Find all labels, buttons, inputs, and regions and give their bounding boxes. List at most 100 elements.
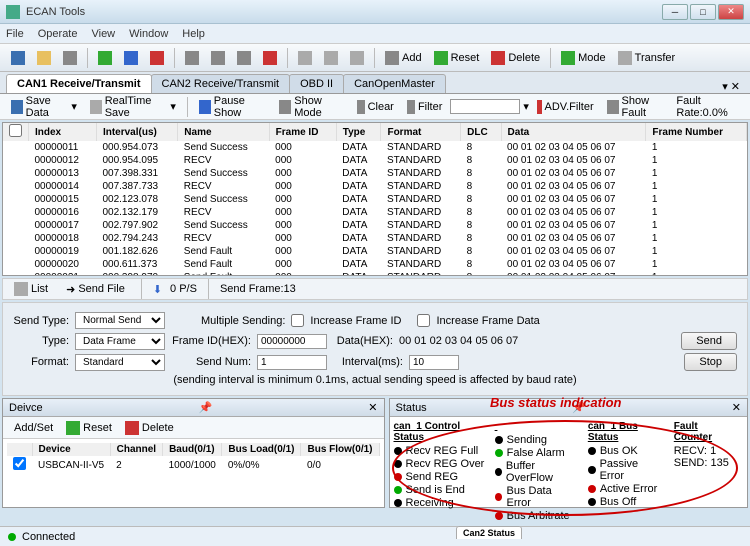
sendnum-input[interactable] [257,355,327,370]
device-checkbox[interactable] [13,457,26,470]
device-reset[interactable]: Reset [61,418,117,438]
col-dlc[interactable]: DLC [461,123,501,141]
col-format[interactable]: Format [381,123,461,141]
add-button[interactable]: Add [380,48,427,68]
menu-operate[interactable]: Operate [38,28,78,40]
send-note: (sending interval is minimum 0.1ms, actu… [173,374,576,386]
clear-button[interactable]: Clear [352,97,399,117]
app-icon [6,5,20,19]
type-select[interactable]: Data Frame [75,333,165,350]
pause-show-button[interactable]: Pause Show [194,97,272,117]
device-row[interactable]: USBCAN-II-V521000/10000%/0%0/0 [7,456,379,474]
realtime-button[interactable]: RealTime Save ▾ [85,97,181,117]
sendtype-label: Send Type: [13,315,69,327]
select-all-checkbox[interactable] [9,124,22,137]
table-row[interactable]: 00000014007.387.733RECV000DATASTANDARD80… [3,180,747,193]
annotation-text: Bus status indication [490,395,621,410]
tool1-icon[interactable] [180,48,204,68]
data-value: 00 01 02 03 04 05 06 07 [399,335,518,347]
col-frameid[interactable]: Frame ID [269,123,336,141]
filter-input[interactable] [450,99,520,114]
doc2-icon[interactable] [319,48,343,68]
mode-button[interactable]: Mode [556,48,611,68]
save-icon[interactable] [6,48,30,68]
device-panel-title: Deivce [9,402,43,414]
tab-close-icon[interactable]: ▾ ✕ [718,80,744,93]
interval-input[interactable] [409,355,459,370]
minimize-button[interactable]: ─ [662,4,688,20]
fault-rate-label: Fault Rate:0.0% [676,95,744,119]
menu-window[interactable]: Window [129,28,168,40]
table-row[interactable]: 00000016002.132.179RECV000DATASTANDARD80… [3,206,747,219]
sendnum-label: Send Num: [171,356,251,368]
menu-view[interactable]: View [91,28,115,40]
table-row[interactable]: 00000018002.794.243RECV000DATASTANDARD80… [3,232,747,245]
reset-button[interactable]: Reset [429,48,485,68]
col-type[interactable]: Type [336,123,381,141]
list-button[interactable]: List [9,279,53,299]
type-label: Type: [13,335,69,347]
status-close-icon[interactable]: ✕ [732,401,741,414]
col-interval[interactable]: Interval(us) [96,123,177,141]
col-index[interactable]: Index [29,123,97,141]
showmode-button[interactable]: Show Mode [274,97,348,117]
multsend-label: Multiple Sending: [201,315,285,327]
close-button[interactable]: ✕ [718,4,744,20]
can2-status-tab[interactable]: Can2 Status [456,526,522,539]
device-addset[interactable]: Add/Set [9,418,58,438]
col-framenum[interactable]: Frame Number [646,123,747,141]
doc1-icon[interactable] [293,48,317,68]
device-delete[interactable]: Delete [120,418,179,438]
col-name[interactable]: Name [178,123,269,141]
pause-icon[interactable] [119,48,143,68]
savedata-button[interactable]: Save Data ▾ [6,97,82,117]
delete-button[interactable]: Delete [486,48,545,68]
incframedata-checkbox[interactable] [417,314,430,327]
menu-help[interactable]: Help [182,28,205,40]
tool3-icon[interactable] [232,48,256,68]
tab-can1[interactable]: CAN1 Receive/Transmit [6,74,152,93]
status-panel-title: Status [396,402,427,414]
interval-label: Interval(ms): [333,356,403,368]
open-icon[interactable] [32,48,56,68]
tool4-icon[interactable] [258,48,282,68]
frameid-label: Frame ID(HEX): [171,335,251,347]
table-row[interactable]: 00000015002.123.078Send Success000DATAST… [3,193,747,206]
transfer-button[interactable]: Transfer [613,48,681,68]
settings-icon[interactable] [58,48,82,68]
table-row[interactable]: 00000017002.797.902Send Success000DATAST… [3,219,747,232]
tab-obd[interactable]: OBD II [289,74,344,93]
table-row[interactable]: 00000020000.611.373Send Fault000DATASTAN… [3,258,747,271]
showfault-button[interactable]: Show Fault [602,97,674,117]
filter-button[interactable]: Filter [402,97,448,117]
doc3-icon[interactable] [345,48,369,68]
incframeid-checkbox[interactable] [291,314,304,327]
table-row[interactable]: 00000019001.182.626Send Fault000DATASTAN… [3,245,747,258]
sendfile-button[interactable]: ➜ Send File [61,279,130,299]
advfilter-button[interactable]: ADV.Filter [532,97,599,117]
data-label: Data(HEX): [333,335,393,347]
stop-button[interactable]: Stop [684,353,737,371]
sendframe-label: Send Frame:13 [220,283,296,295]
play-icon[interactable] [93,48,117,68]
maximize-button[interactable]: □ [690,4,716,20]
format-label: Format: [13,356,69,368]
tab-canopen[interactable]: CanOpenMaster [343,74,446,93]
table-row[interactable]: 00000021000.398.970Send Fault000DATASTAN… [3,271,747,276]
send-button[interactable]: Send [681,332,737,350]
table-row[interactable]: 00000011000.954.073Send Success000DATAST… [3,141,747,154]
table-row[interactable]: 00000012000.954.095RECV000DATASTANDARD80… [3,154,747,167]
tab-can2[interactable]: CAN2 Receive/Transmit [151,74,291,93]
ps-label: 0 P/S [170,283,197,295]
table-row[interactable]: 00000013007.398.331Send Success000DATAST… [3,167,747,180]
receive-grid[interactable]: Index Interval(us) Name Frame ID Type Fo… [2,122,748,276]
tool2-icon[interactable] [206,48,230,68]
sendtype-select[interactable]: Normal Send [75,312,165,329]
frameid-input[interactable] [257,334,327,349]
device-close-icon[interactable]: ✕ [368,401,377,414]
stop-icon[interactable] [145,48,169,68]
format-select[interactable]: Standard [75,354,165,371]
connection-status: Connected [22,531,75,543]
col-data[interactable]: Data [501,123,646,141]
menu-file[interactable]: File [6,28,24,40]
